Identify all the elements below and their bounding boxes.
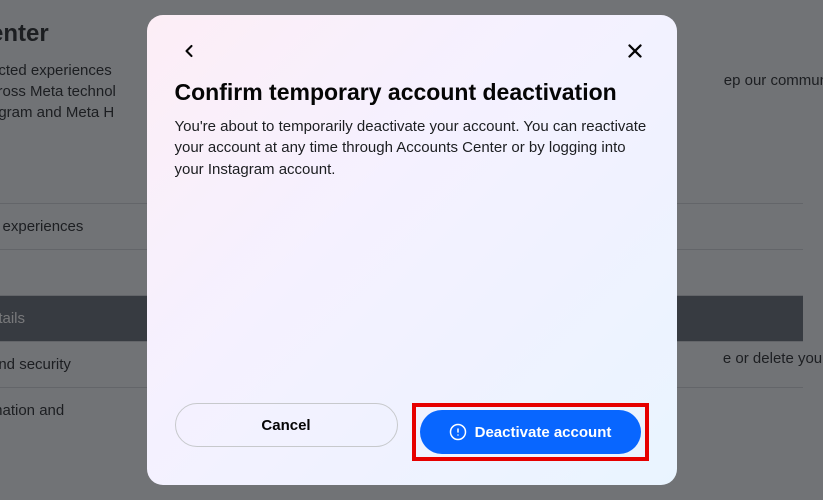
close-icon <box>624 40 646 62</box>
cancel-label: Cancel <box>261 417 310 434</box>
deactivate-label: Deactivate account <box>475 424 612 441</box>
highlight-box: Deactivate account <box>412 403 649 461</box>
close-button[interactable] <box>621 37 649 65</box>
alert-circle-icon <box>449 423 467 441</box>
back-button[interactable] <box>175 37 203 65</box>
deactivation-modal: Confirm temporary account deactivation Y… <box>147 15 677 485</box>
deactivate-button[interactable]: Deactivate account <box>420 410 641 454</box>
chevron-left-icon <box>179 41 199 61</box>
modal-body-text: You're about to temporarily deactivate y… <box>175 116 649 180</box>
modal-title: Confirm temporary account deactivation <box>175 79 649 106</box>
modal-footer: Cancel Deactivate account <box>175 403 649 461</box>
modal-header <box>175 35 649 67</box>
cancel-button[interactable]: Cancel <box>175 403 398 447</box>
modal-overlay: Confirm temporary account deactivation Y… <box>0 0 823 500</box>
